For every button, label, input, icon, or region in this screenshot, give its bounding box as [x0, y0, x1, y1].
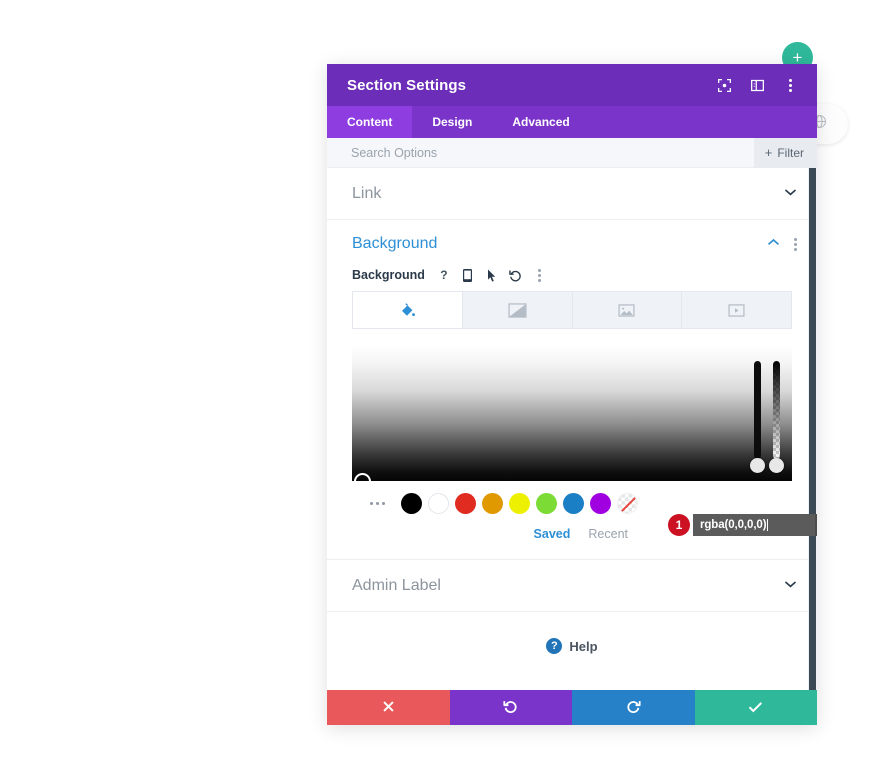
undo-icon — [503, 699, 518, 717]
section-label-link: Link — [352, 184, 382, 202]
section-background-header[interactable]: Background — [327, 220, 817, 268]
hue-slider-knob[interactable] — [750, 458, 765, 473]
alpha-slider-knob[interactable] — [769, 458, 784, 473]
redo-button[interactable] — [572, 690, 695, 725]
section-row-link[interactable]: Link — [327, 168, 817, 220]
swatch-purple[interactable] — [590, 493, 611, 514]
background-color-tab[interactable] — [353, 292, 463, 328]
vertical-dots — [789, 78, 792, 92]
filter-button[interactable]: + Filter — [753, 137, 817, 168]
scrollbar-thumb[interactable] — [809, 168, 816, 690]
vertical-dots — [794, 237, 797, 251]
chevron-up-icon[interactable] — [767, 238, 780, 250]
hover-cursor-icon[interactable] — [485, 268, 499, 282]
help-label: Help — [569, 638, 598, 654]
color-value-field-wrap: rgba(0,0,0,0) — [693, 514, 817, 536]
responsive-mobile-icon[interactable] — [461, 268, 475, 282]
help-icon[interactable]: ? — [437, 268, 451, 282]
panel-body: Link Background Background ? rgba(0,0,0,… — [327, 168, 817, 690]
redo-icon — [626, 699, 641, 717]
reset-icon[interactable] — [509, 268, 523, 282]
section-background: Background Background ? rgba(0,0,0,0) 1 … — [327, 220, 817, 560]
filter-label: Filter — [777, 145, 804, 160]
swatch-white[interactable] — [428, 493, 449, 514]
hue-slider-rail — [754, 361, 761, 459]
chevron-down-icon — [784, 188, 797, 200]
tab-advanced[interactable]: Advanced — [492, 106, 589, 138]
chevron-down-icon — [784, 580, 797, 592]
palette-tab-saved[interactable]: Saved — [534, 527, 571, 541]
section-options-icon[interactable] — [794, 237, 797, 251]
swatch-red[interactable] — [455, 493, 476, 514]
plus-icon: + — [764, 145, 773, 160]
color-value-input[interactable]: rgba(0,0,0,0) — [693, 514, 815, 536]
background-field-label: Background — [352, 268, 425, 282]
more-options-icon[interactable] — [782, 77, 799, 94]
split-view-icon[interactable] — [749, 77, 766, 94]
close-icon — [382, 700, 395, 716]
search-input[interactable]: Search Options — [327, 146, 754, 160]
section-settings-panel: Section Settings Content Design Advanced… — [327, 64, 817, 725]
alpha-slider-rail — [773, 361, 780, 459]
hue-slider[interactable] — [750, 361, 765, 473]
help-row[interactable]: ? Help — [327, 612, 817, 680]
background-gradient-tab[interactable] — [463, 292, 573, 328]
swatch-yellow[interactable] — [509, 493, 530, 514]
question-circle-icon: ? — [546, 638, 563, 654]
swatch-transparent[interactable] — [617, 493, 638, 514]
vertical-dots — [538, 268, 542, 282]
section-row-admin-label[interactable]: Admin Label — [327, 560, 817, 612]
color-picker-sliders — [750, 361, 784, 473]
color-value-text: rgba(0,0,0,0) — [700, 519, 767, 531]
undo-button[interactable] — [449, 690, 572, 725]
text-caret — [767, 519, 769, 531]
color-swatch-row — [352, 493, 792, 514]
section-label-admin-label: Admin Label — [352, 576, 441, 594]
cancel-button[interactable] — [327, 690, 450, 725]
step-badge-1: 1 — [668, 514, 690, 536]
option-menu-icon[interactable] — [533, 268, 547, 282]
panel-header: Section Settings — [327, 64, 817, 106]
background-field-label-row: Background ? — [327, 268, 817, 282]
swatch-orange[interactable] — [482, 493, 503, 514]
alpha-slider[interactable] — [769, 361, 784, 473]
panel-scrollbar[interactable] — [808, 168, 817, 690]
swatch-green[interactable] — [536, 493, 557, 514]
palette-tab-recent[interactable]: Recent — [588, 527, 628, 541]
color-confirm-button[interactable] — [815, 514, 817, 536]
panel-header-actions — [716, 77, 799, 94]
panel-title: Section Settings — [347, 76, 467, 94]
panel-footer — [327, 690, 817, 725]
background-type-tabs — [352, 291, 792, 329]
tab-content[interactable]: Content — [327, 106, 413, 138]
panel-tabs: Content Design Advanced — [327, 106, 817, 138]
color-picker-handle[interactable] — [354, 473, 371, 481]
swatch-blue[interactable] — [563, 493, 584, 514]
tab-design[interactable]: Design — [412, 106, 492, 138]
search-row: Search Options + Filter — [327, 137, 817, 168]
background-video-tab[interactable] — [682, 292, 791, 328]
color-picker-gradient-area[interactable] — [352, 345, 792, 481]
swatch-black[interactable] — [401, 493, 422, 514]
section-label-background: Background — [352, 235, 438, 252]
background-image-tab[interactable] — [573, 292, 683, 328]
save-button[interactable] — [694, 690, 817, 725]
fullscreen-icon[interactable] — [716, 77, 733, 94]
checkmark-icon — [748, 700, 763, 716]
swatch-more-icon[interactable] — [370, 502, 385, 505]
